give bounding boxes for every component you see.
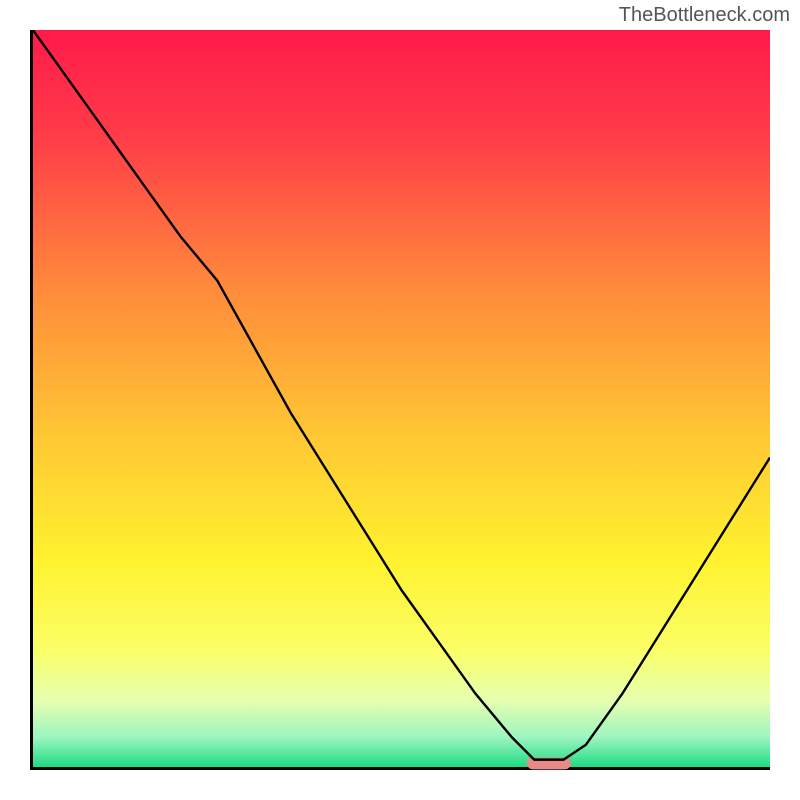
watermark-text: TheBottleneck.com <box>619 4 790 27</box>
chart-svg <box>30 30 770 770</box>
plot-area <box>30 30 770 770</box>
chart-container: TheBottleneck.com <box>0 0 800 800</box>
gradient-background <box>33 30 770 767</box>
